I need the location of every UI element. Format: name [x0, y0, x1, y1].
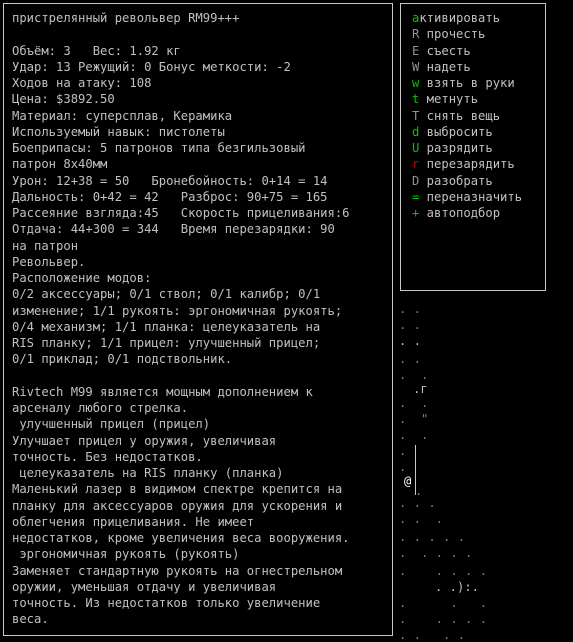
info-line: патрон 8x40мм [12, 157, 108, 172]
info-line: Дальность: 0+42 = 42 Разброс: 90+75 = 16… [12, 189, 328, 204]
map-tile: . . [399, 352, 422, 366]
info-line: точность. Из недостатков только увеличен… [12, 596, 321, 610]
map-tile: . . [399, 334, 422, 348]
info-line: Боеприпасы: 5 патронов типа безгильзовый [12, 141, 306, 155]
info-line: целеуказатель на RIS планку (планка) [12, 466, 284, 480]
menu-item[interactable]: + автоподбор [412, 205, 500, 221]
item-title: пристрелянный револьвер RM99+++ [12, 11, 240, 25]
info-line: оружии, уменьшая отдачу и увеличивая [12, 579, 277, 594]
menu-item[interactable]: t метнуть [412, 91, 478, 107]
menu-item[interactable]: = переназначить [412, 189, 522, 205]
menu-item-label: переназначить [419, 189, 523, 204]
info-line: Револьвер. [12, 254, 86, 269]
menu-item[interactable]: r перезарядить [412, 156, 515, 172]
player-glyph: @ [404, 474, 412, 488]
map-tile: . . [399, 368, 429, 382]
info-line: Маленький лазер в видимом спектре крепит… [12, 482, 343, 497]
menu-item-label: автоподбор [419, 206, 501, 220]
menu-item-label: снять вещь [419, 108, 501, 123]
menu-item-label: прочесть [419, 27, 486, 42]
menu-item[interactable]: E съесть [412, 43, 471, 59]
info-line: Используемый навык: пистолеты [12, 124, 225, 139]
game-map: @ . . . . . . . . . . .г . . . " . . . .… [395, 295, 573, 642]
map-tile: . .):. [435, 580, 480, 594]
menu-item[interactable]: T снять вещь [412, 108, 500, 124]
info-line: планку для аксессуаров оружия для ускоре… [12, 498, 343, 513]
info-line: точность. Без недостатков. [12, 449, 203, 464]
info-line: арсеналу любого стрелка. [12, 401, 189, 415]
menu-item[interactable]: U разрядить [412, 140, 493, 156]
menu-item-label: перезарядить [419, 157, 515, 172]
info-line: Отдача: 44+300 = 344 Время перезарядки: … [12, 222, 335, 237]
menu-item[interactable]: W надеть [412, 59, 471, 75]
info-line: на патрон [12, 238, 79, 253]
menu-item-label: разобрать [419, 173, 493, 188]
map-tile: . . . [399, 496, 436, 510]
info-line: Рассеяние взгляда:45 Скорость прицеливан… [12, 206, 350, 220]
map-tile: . [399, 444, 407, 458]
info-line: RIS планку; 1/1 прицел: улучшенный прице… [12, 336, 321, 350]
menu-item[interactable]: R прочесть [412, 26, 485, 42]
info-line: 0/2 аксессуары; 0/1 ствол; 0/1 калибр; 0… [12, 287, 321, 302]
info-line: Расположение модов: [12, 271, 152, 285]
map-tile: . . . . [399, 628, 466, 642]
map-tile: . . [399, 396, 429, 410]
info-line: Rivtech M99 является мощным дополнением … [12, 384, 313, 399]
map-tile: . . . [399, 512, 444, 526]
info-line: Улучшает прицел у оружия, увеличивая [12, 433, 277, 448]
info-line: Удар: 13 Режущий: 0 Бонус меткости: -2 [12, 59, 291, 74]
info-line: 0/1 приклад; 0/1 подствольник. [12, 352, 233, 367]
map-tile: .г [413, 382, 428, 396]
map-tile: . . . [399, 596, 488, 610]
info-line: эргономичная рукоять (рукоять) [12, 547, 240, 562]
map-tile: . . . . . [399, 546, 473, 560]
menu-item[interactable]: D разобрать [412, 173, 493, 189]
info-line: Материал: суперсплав, Керамика [12, 108, 233, 123]
menu-item[interactable]: w взять в руки [412, 75, 515, 91]
menu-item-label: взять в руки [419, 76, 515, 90]
info-line: веса. [12, 612, 49, 627]
map-tile: . . [399, 318, 422, 332]
menu-item-label: метнуть [419, 92, 479, 107]
menu-item-label: ктивировать [419, 11, 501, 25]
map-tile: . . . . . [399, 530, 466, 544]
info-line: Объём: 3 Вес: 1.92 кг [12, 43, 181, 58]
info-line: облегчения прицеливания. Не имеет [12, 514, 255, 529]
map-tile: . . . . . [399, 612, 488, 626]
menu-item-label: надеть [419, 59, 471, 74]
map-tile: . . [399, 302, 422, 316]
map-tile: . . [399, 428, 429, 442]
info-line: Ходов на атаку: 108 [12, 76, 152, 90]
menu-item[interactable]: aктивировать [412, 10, 500, 26]
info-line: 0/4 механизм; 1/1 планка: целеуказатель … [12, 319, 321, 334]
info-line: Цена: $3892.50 [12, 92, 115, 107]
menu-item-label: разрядить [419, 141, 493, 155]
info-line: изменение; 1/1 рукоять: эргономичная рук… [12, 303, 343, 318]
info-line: Урон: 12+38 = 50 Бронебойность: 0+14 = 1… [12, 173, 328, 188]
map-tile: . [399, 460, 407, 474]
item-info-panel: пристрелянный револьвер RM99+++ Объём: 3 … [3, 3, 393, 636]
info-line: Заменяет стандартную рукоять на огнестре… [12, 563, 343, 578]
map-tile: . . . . . [399, 564, 488, 578]
map-tile: . " [399, 412, 429, 426]
menu-item-label: выбросить [419, 124, 493, 139]
menu-item-label: съесть [419, 43, 471, 58]
info-line: недостатков, кроме увеличения веса воору… [12, 531, 350, 545]
item-action-menu: aктивировать R прочесть E съесть W надеть w … [400, 3, 546, 291]
menu-item[interactable]: d выбросить [412, 124, 493, 140]
info-line: улучшенный прицел (прицел) [12, 417, 211, 432]
